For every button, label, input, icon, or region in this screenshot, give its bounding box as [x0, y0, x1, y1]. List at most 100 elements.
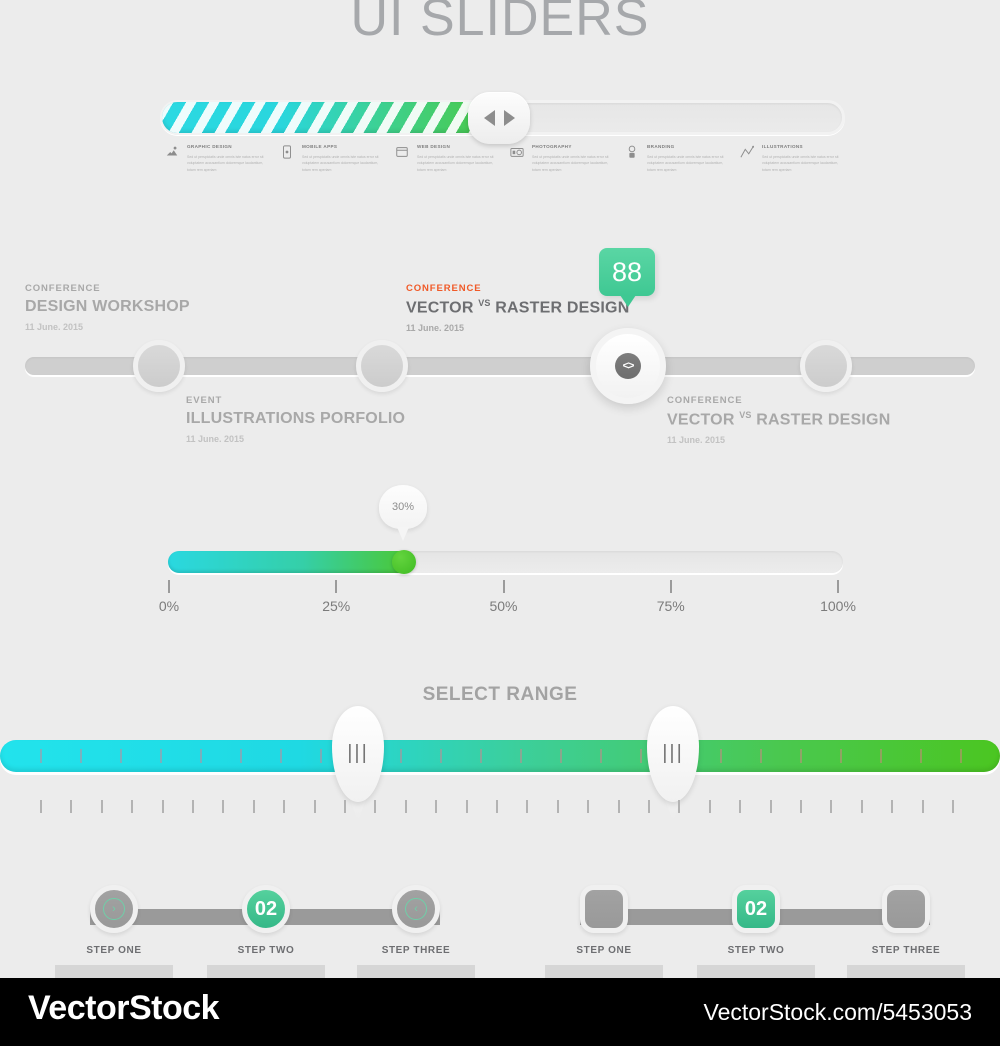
range-ruler-tick: [708, 800, 711, 813]
category-item[interactable]: ILLUSTRATIONS Sed ut perspiciatis unde om…: [740, 144, 855, 173]
category-item[interactable]: PHOTOGRAPHY Sed ut perspiciatis unde omni…: [510, 144, 625, 173]
category-item[interactable]: WEB DESIGN Sed ut perspiciatis unde omnis…: [395, 144, 510, 173]
range-inner-tick: [240, 749, 242, 763]
step-group-square: STEP ONE 02 STEP TWO STEP THREE: [520, 885, 990, 995]
percent-slider[interactable]: 30% 0% 25% 50% 75% 100%: [0, 485, 1000, 615]
timeline-event-label: EVENT ILLUSTRATIONS PORFOLIO 11 June. 20…: [186, 395, 405, 444]
range-inner-tick: [160, 749, 162, 763]
range-inner-tick: [560, 749, 562, 763]
timeline-event-name-main: VECTOR: [406, 299, 479, 317]
category-title: PHOTOGRAPHY: [532, 144, 572, 149]
step-label: STEP ONE: [576, 945, 632, 956]
range-inner-tick: [920, 749, 922, 763]
range-inner-tick: [880, 749, 882, 763]
range-ruler-tick: [830, 800, 833, 813]
timeline-event-label: CONFERENCE VECTOR VS RASTER DESIGN 11 Ju…: [667, 395, 890, 445]
timeline-event-name: ILLUSTRATIONS PORFOLIO: [186, 410, 406, 427]
percent-scale-label: 50%: [489, 598, 518, 614]
range-ruler-tick: [739, 800, 742, 813]
page-title: UI SLIDERS: [350, 0, 650, 47]
step-node-active[interactable]: 02: [242, 885, 290, 933]
range-ruler-tick: [435, 800, 438, 813]
step-node-active[interactable]: 02: [732, 885, 780, 933]
category-item[interactable]: MOBILE APPS Sed ut perspiciatis unde omni…: [280, 144, 395, 173]
grip-lines-icon[interactable]: |||: [332, 742, 384, 765]
range-slider-track[interactable]: [0, 740, 1000, 772]
range-inner-tick: [120, 749, 122, 763]
range-inner-tick: [280, 749, 282, 763]
percent-scale-tick: [335, 580, 338, 593]
footer-url: VectorStock.com/5453053: [703, 999, 973, 1025]
percent-tooltip: 30%: [379, 485, 427, 541]
arrow-left-icon[interactable]: [483, 110, 495, 126]
step-node[interactable]: [882, 885, 930, 933]
timeline-event-label: CONFERENCE DESIGN WORKSHOP 11 June. 2015: [25, 283, 190, 332]
percent-scale-label: 100%: [820, 598, 856, 614]
timeline-badge-value: 88: [611, 256, 643, 287]
timeline-node[interactable]: [800, 340, 852, 392]
category-body: Sed ut perspiciatis unde omnis iste natu…: [187, 155, 264, 172]
range-ruler-tick: [465, 800, 468, 813]
timeline-event-kicker: CONFERENCE: [406, 283, 482, 294]
category-title: MOBILE APPS: [302, 144, 338, 149]
timeline-event-name-main: VECTOR: [667, 411, 740, 429]
step-node[interactable]: [580, 885, 628, 933]
branding-icon: [625, 145, 639, 159]
range-handle-low[interactable]: |||: [332, 706, 384, 822]
timeline-event-label-highlighted: CONFERENCE VECTOR VS RASTER DESIGN 11 Ju…: [406, 283, 629, 333]
range-inner-tick: [800, 749, 802, 763]
timeline-value-badge: 88: [599, 248, 655, 307]
percent-slider-track[interactable]: [168, 550, 843, 574]
web-design-icon: [395, 145, 409, 159]
chevron-right-circle-icon[interactable]: ›: [103, 898, 125, 920]
step-node[interactable]: ›: [90, 885, 138, 933]
range-slider-ruler: [0, 800, 1000, 816]
grip-lines-icon[interactable]: |||: [647, 742, 699, 765]
range-inner-tick: [200, 749, 202, 763]
category-title: GRAPHIC DESIGN: [187, 144, 232, 149]
percent-scale-tick: [168, 580, 170, 593]
step-group-circle: › STEP ONE 02 STEP TWO ‹ STEP THREE: [30, 885, 500, 995]
range-ruler-tick: [921, 800, 924, 813]
range-inner-tick: [40, 749, 42, 763]
range-inner-tick: [720, 749, 722, 763]
graphic-design-icon: [165, 145, 179, 159]
range-ruler-tick: [556, 800, 559, 813]
percent-slider-knob[interactable]: [392, 550, 416, 574]
chevron-left-circle-icon[interactable]: ‹: [405, 898, 427, 920]
range-ruler-tick: [161, 800, 164, 813]
timeline-node[interactable]: [356, 340, 408, 392]
range-ruler-tick: [648, 800, 650, 813]
drag-handle-icon[interactable]: <>: [615, 353, 641, 379]
step-node[interactable]: ‹: [392, 885, 440, 933]
timeline-active-handle[interactable]: <>: [590, 328, 666, 404]
timeline-event-kicker: CONFERENCE: [667, 395, 743, 406]
timeline-event-name: VECTOR VS RASTER DESIGN: [667, 410, 890, 429]
range-inner-tick: [760, 749, 762, 763]
watermark-footer: VectorStock VectorStock.com/5453053: [0, 978, 1000, 1046]
category-body: Sed ut perspiciatis unde omnis iste natu…: [302, 155, 379, 172]
range-ruler-tick: [70, 800, 73, 813]
arrow-right-icon[interactable]: [503, 110, 515, 126]
category-body: Sed ut perspiciatis unde omnis iste natu…: [762, 155, 839, 172]
timeline-slider[interactable]: <> CONFERENCE DESIGN WORKSHOP 11 June. 2…: [0, 250, 1000, 450]
timeline-event-name: VECTOR VS RASTER DESIGN: [406, 298, 629, 317]
category-item[interactable]: BRANDING Sed ut perspiciatis unde omnis i…: [625, 144, 740, 173]
sliders-mockup-canvas: UI SLIDERS GRAPHIC DESIGN Sed ut perspici…: [0, 0, 1000, 1046]
step-label: STEP TWO: [237, 945, 295, 956]
category-item[interactable]: GRAPHIC DESIGN Sed ut perspiciatis unde o…: [165, 144, 280, 173]
timeline-event-date: 11 June. 2015: [25, 322, 84, 332]
timeline-event-kicker: CONFERENCE: [25, 283, 101, 294]
range-inner-tick: [960, 749, 962, 763]
percent-slider-fill: [168, 551, 413, 573]
timeline-node[interactable]: [133, 340, 185, 392]
slider-nav-button[interactable]: [468, 92, 530, 144]
timeline-event-name-tail: RASTER DESIGN: [751, 411, 891, 429]
category-body: Sed ut perspiciatis unde omnis iste natu…: [532, 155, 609, 172]
mobile-apps-icon: [280, 145, 294, 159]
select-range-title: SELECT RANGE: [422, 684, 578, 705]
step-number: 02: [744, 897, 768, 920]
range-handle-high[interactable]: |||: [647, 706, 699, 822]
range-ruler-tick: [192, 800, 194, 813]
range-ruler-tick: [404, 800, 407, 813]
